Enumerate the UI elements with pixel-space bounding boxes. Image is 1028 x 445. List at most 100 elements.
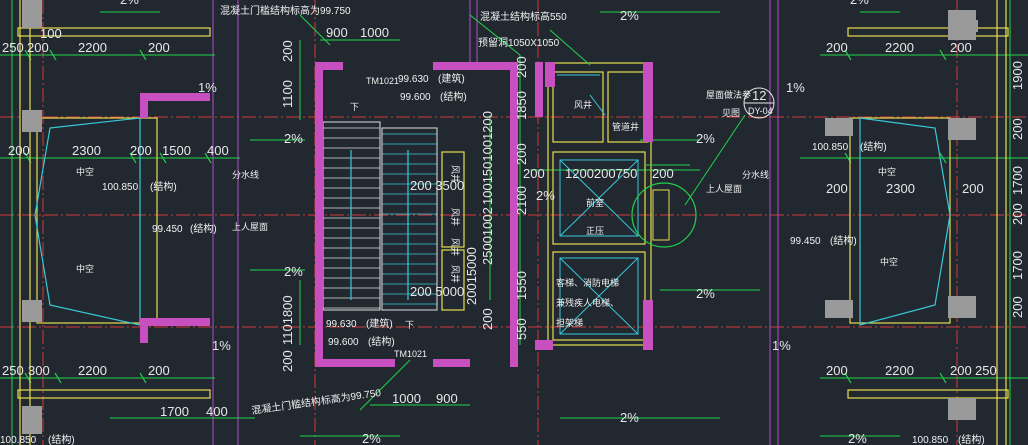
dim-text: 1200200750: [565, 166, 637, 181]
door-tag: TM1021: [394, 349, 427, 359]
slab-note: 混凝土结构标高550: [480, 10, 567, 23]
dim-text: 200: [130, 143, 152, 158]
dim-text: 200 5000: [410, 284, 464, 299]
dim-text: 200: [950, 40, 972, 55]
elevation-text: 99.600: [328, 337, 359, 348]
dim-text: 2200: [78, 363, 107, 378]
elevation-text: 100.850: [0, 435, 37, 445]
dim-text: 200: [1010, 296, 1025, 318]
slope-text: 2%: [120, 0, 139, 7]
callout-ref: DY-04: [748, 106, 773, 116]
dim-text: 900: [436, 391, 458, 406]
dim-text: 200: [962, 181, 984, 196]
dim-text: 200: [652, 166, 674, 181]
dim-text: 1001501001200: [480, 111, 495, 205]
zone-label: 中空: [878, 166, 896, 177]
elevation-tag: (结构): [48, 433, 75, 445]
dim-text: 200: [826, 181, 848, 196]
dim-text: 200: [950, 363, 972, 378]
dim-text: 20015000: [464, 247, 479, 305]
dim-text: 1100: [280, 80, 295, 108]
callout-text: 屋面做法参: [706, 89, 751, 100]
stair-right: [381, 127, 438, 311]
zone-label: 中空: [76, 166, 94, 177]
door-tag: TM1021: [366, 76, 399, 86]
elevation-tag: (结构): [830, 234, 857, 247]
elevator-label: 前室: [586, 197, 604, 208]
shaft-label: 管道井: [612, 121, 639, 132]
slope-text: 2%: [284, 131, 303, 146]
elevation-tag: (结构): [190, 222, 217, 235]
dim-text: 900: [326, 25, 348, 40]
dim-text: 200: [826, 363, 848, 378]
elevator-label: 客梯、消防电梯: [556, 277, 619, 288]
dim-text: 1700: [1010, 251, 1025, 280]
dim-text: 250: [2, 40, 24, 55]
dim-text: 200: [1010, 118, 1025, 140]
elevation-text: 99.630: [398, 74, 429, 85]
elevation-tag: (结构): [150, 180, 177, 193]
zone-label: 中空: [76, 263, 94, 274]
cad-floor-plan[interactable]: 250 200 100 2200 200 200 2300 200 1500 4…: [0, 0, 1028, 445]
slope-text: 2%: [362, 431, 381, 445]
dim-text: 200: [148, 363, 170, 378]
slope-text: 2%: [620, 410, 639, 425]
hole-note: 预留洞1050X1050: [478, 36, 560, 49]
slope-text: 1%: [772, 338, 791, 353]
elevation-text: 100.850: [102, 182, 139, 193]
slope-text: 1%: [212, 338, 231, 353]
slope-text: 1%: [786, 80, 805, 95]
elevation-text: 99.600: [400, 92, 431, 103]
slope-text: 2%: [848, 431, 867, 445]
dim-text: 1700: [160, 404, 189, 419]
elevation-text: 99.630: [326, 319, 357, 330]
dim-text: 2200: [885, 40, 914, 55]
dim-text: 200: [8, 143, 30, 158]
elevator-label: 担架梯: [556, 317, 583, 328]
elevation-tag: (建筑): [366, 317, 393, 330]
dim-text: 300: [28, 363, 50, 378]
dim-text: 250: [2, 363, 24, 378]
dim-text: 1000: [360, 25, 389, 40]
roof-label: 上人屋面: [706, 184, 742, 194]
dim-text: 400: [207, 143, 229, 158]
slope-text: 2%: [620, 8, 639, 23]
roof-label: 上人屋面: [232, 222, 268, 232]
dim-text: 2100: [514, 186, 529, 215]
dim-text: 1900: [1010, 61, 1025, 90]
shaft-label: 风井: [450, 208, 461, 226]
dim-text: 550: [514, 318, 529, 340]
zone-label: 中空: [880, 256, 898, 267]
shaft-label: 风井: [574, 99, 592, 110]
dim-text: 1500: [162, 143, 191, 158]
dim-text: 200: [280, 350, 295, 372]
stair-down: 下: [405, 320, 414, 330]
dim-text: 200: [480, 308, 495, 330]
slope-text: 2%: [696, 286, 715, 301]
elevation-tag: (建筑): [438, 72, 465, 85]
dim-text: 200: [826, 40, 848, 55]
elevation-tag: (结构): [860, 140, 887, 153]
slope-text: 2%: [850, 0, 869, 7]
elevation-text: 100.850: [912, 435, 949, 445]
shaft-label: 风井: [450, 165, 461, 183]
dim-text: 2200: [885, 363, 914, 378]
stair-down: 下: [350, 102, 359, 112]
dim-text: 1101800: [280, 295, 295, 345]
dim-text: 200: [514, 56, 529, 78]
callout-number: 12: [752, 88, 766, 103]
shaft-label: 风井: [450, 265, 461, 283]
dim-text: 200: [523, 166, 545, 181]
dim-text: 200: [1010, 203, 1025, 225]
dim-text: 1700: [1010, 166, 1025, 195]
callout-text: 见图: [722, 108, 740, 118]
slope-text: 2%: [696, 131, 715, 146]
dim-text: 250: [975, 363, 997, 378]
elevation-text: 100.850: [812, 142, 849, 153]
dim-text: 200: [280, 40, 295, 62]
dim-text: 200: [27, 40, 49, 55]
cad-drawing-viewport[interactable]: 250 200 100 2200 200 200 2300 200 1500 4…: [0, 0, 1028, 445]
dim-text: 100: [40, 26, 62, 41]
dim-text: 2300: [72, 143, 101, 158]
elevation-tag: (结构): [958, 433, 985, 445]
